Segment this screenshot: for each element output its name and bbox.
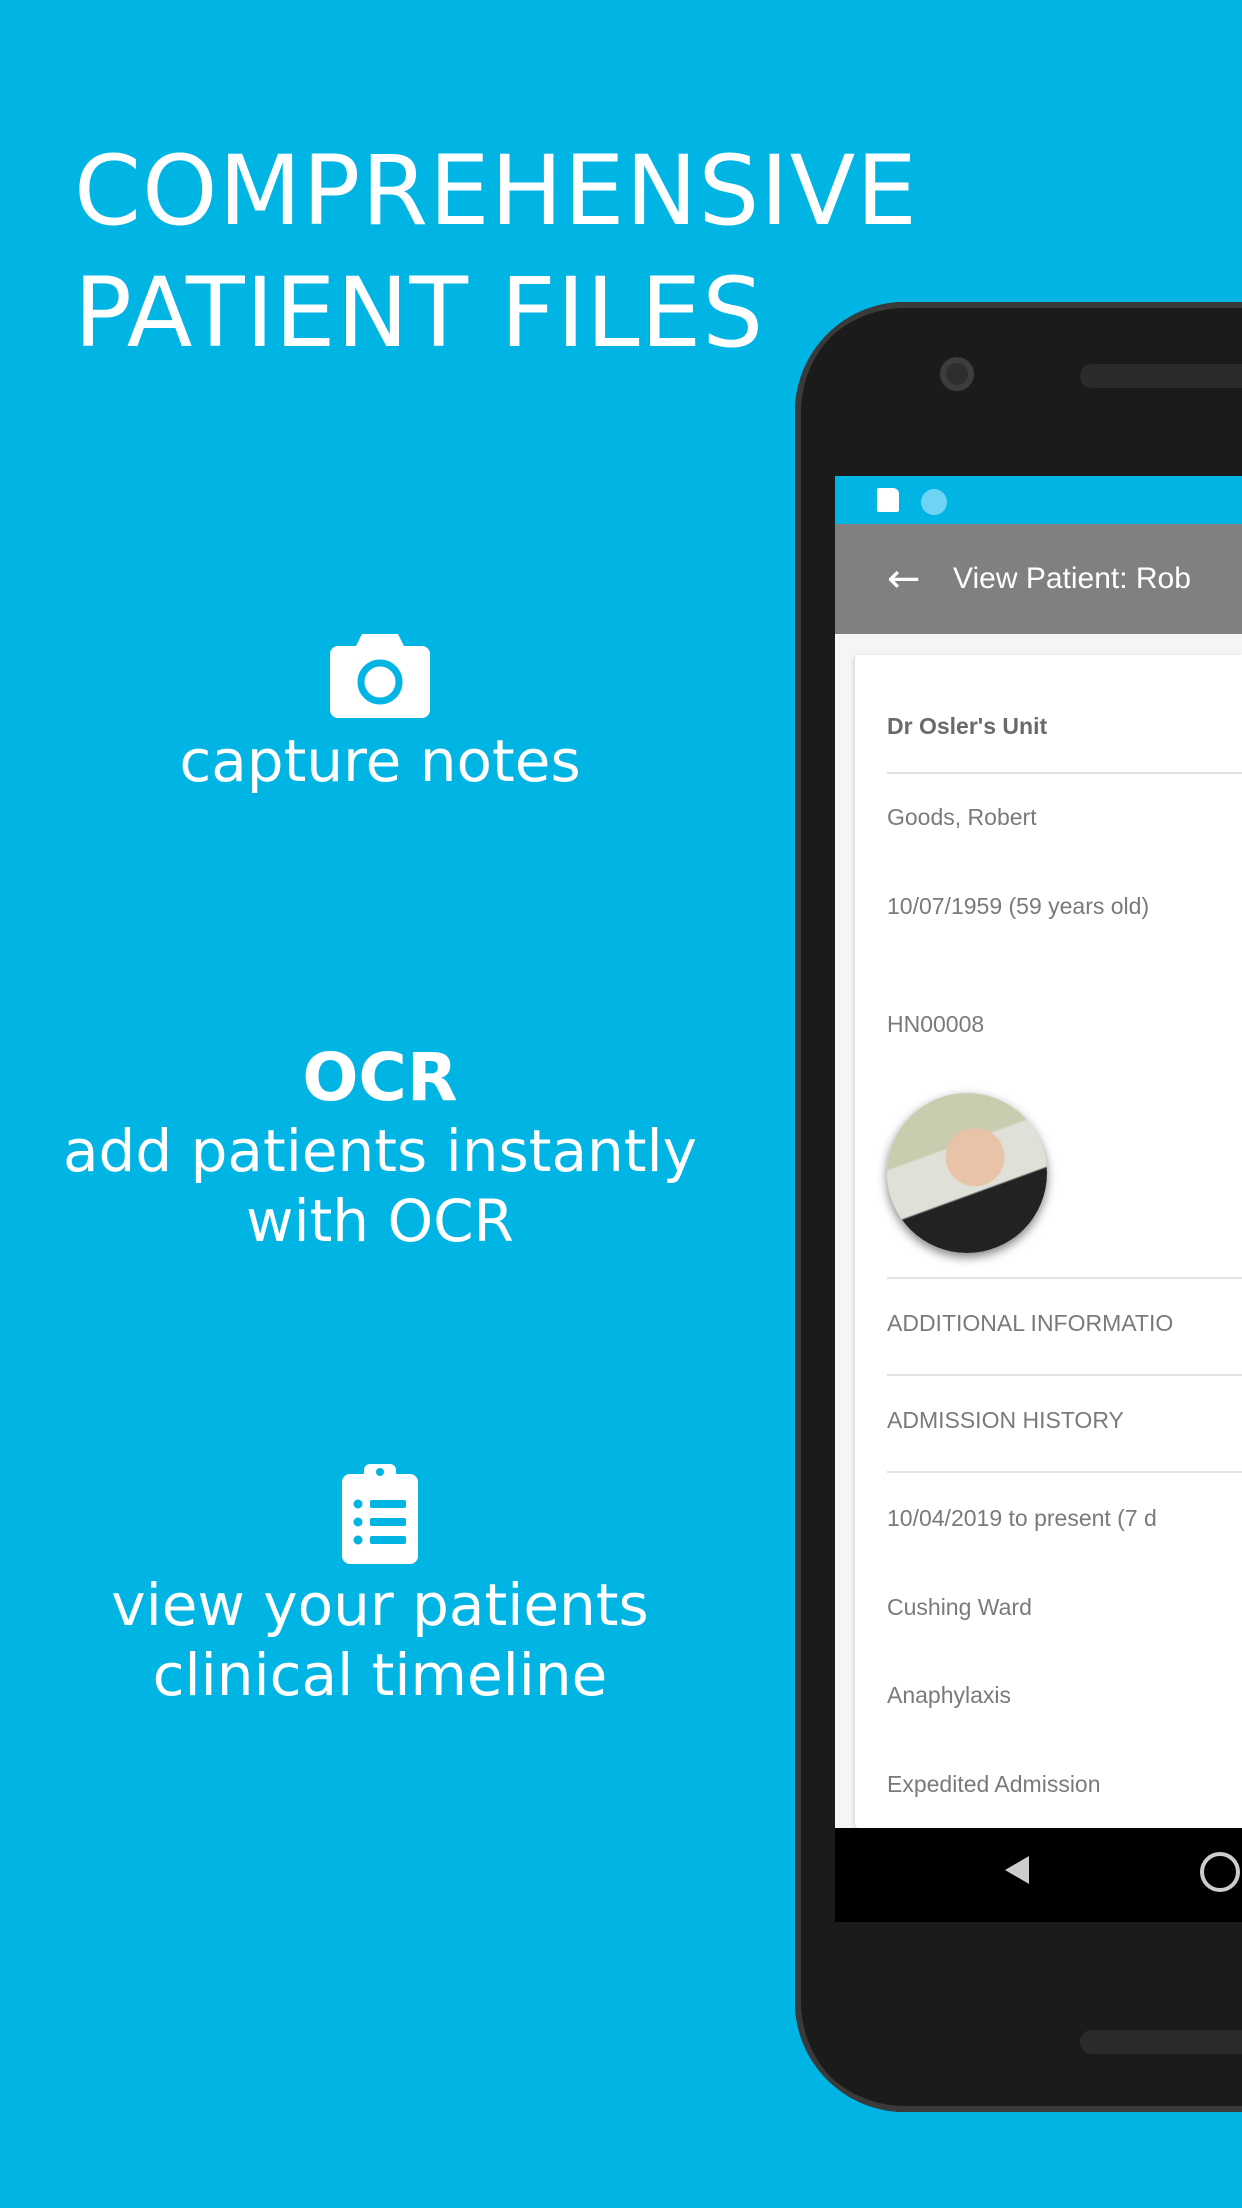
nav-home-icon[interactable] xyxy=(1200,1852,1240,1892)
admission-type: Expedited Admission xyxy=(887,1771,1101,1797)
camera-icon xyxy=(330,634,430,718)
feature-timeline: view your patients clinical timeline xyxy=(0,1462,760,1710)
feature-text: with OCR xyxy=(246,1187,514,1255)
page-title: View Patient: Rob xyxy=(953,562,1191,595)
sync-icon xyxy=(921,489,947,515)
sd-card-icon xyxy=(877,488,899,512)
patient-name: Goods, Robert xyxy=(887,804,1037,830)
feature-capture-notes: capture notes xyxy=(0,630,760,796)
top-speaker xyxy=(1080,364,1242,388)
feature-text: capture notes xyxy=(179,727,581,795)
section-admission-history[interactable]: ADMISSION HISTORY xyxy=(887,1407,1124,1434)
admission-ward: Cushing Ward xyxy=(887,1594,1032,1620)
feature-ocr: OCR add patients instantly with OCR xyxy=(0,1040,760,1256)
feature-text: view your patients xyxy=(111,1571,649,1639)
divider xyxy=(887,1277,1242,1279)
headline-line-2: PATIENT FILES xyxy=(74,257,765,369)
section-additional-information[interactable]: ADDITIONAL INFORMATIO xyxy=(887,1310,1173,1337)
nav-back-icon[interactable] xyxy=(1005,1856,1029,1884)
admission-dates: 10/04/2019 to present (7 d xyxy=(887,1505,1157,1531)
patient-dob: 10/07/1959 (59 years old) xyxy=(887,893,1150,919)
headline-line-1: COMPREHENSIVE xyxy=(74,135,918,247)
headline: COMPREHENSIVE PATIENT FILES xyxy=(74,130,918,374)
avatar[interactable] xyxy=(887,1093,1047,1253)
front-camera xyxy=(940,357,974,391)
divider xyxy=(887,772,1242,774)
navigation-bar xyxy=(835,1828,1242,1922)
feature-title: OCR xyxy=(302,1039,458,1116)
bottom-speaker xyxy=(1080,2030,1242,2054)
divider xyxy=(887,1471,1242,1473)
unit-name: Dr Osler's Unit xyxy=(887,713,1048,739)
app-bar: ← View Patient: Rob xyxy=(835,524,1242,634)
status-bar xyxy=(835,476,1242,524)
hospital-number: HN00008 xyxy=(887,1011,985,1037)
clipboard-list-icon xyxy=(342,1464,418,1564)
admission-diagnosis: Anaphylaxis xyxy=(887,1682,1012,1708)
divider xyxy=(887,1374,1242,1376)
phone-screen: ← View Patient: Rob Dr Osler's Unit Good… xyxy=(835,476,1242,1922)
feature-text: clinical timeline xyxy=(152,1641,608,1709)
back-arrow-icon[interactable]: ← xyxy=(887,556,927,602)
patient-card: Dr Osler's Unit Goods, Robert 10/07/1959… xyxy=(855,655,1242,1828)
feature-text: add patients instantly xyxy=(63,1117,697,1185)
